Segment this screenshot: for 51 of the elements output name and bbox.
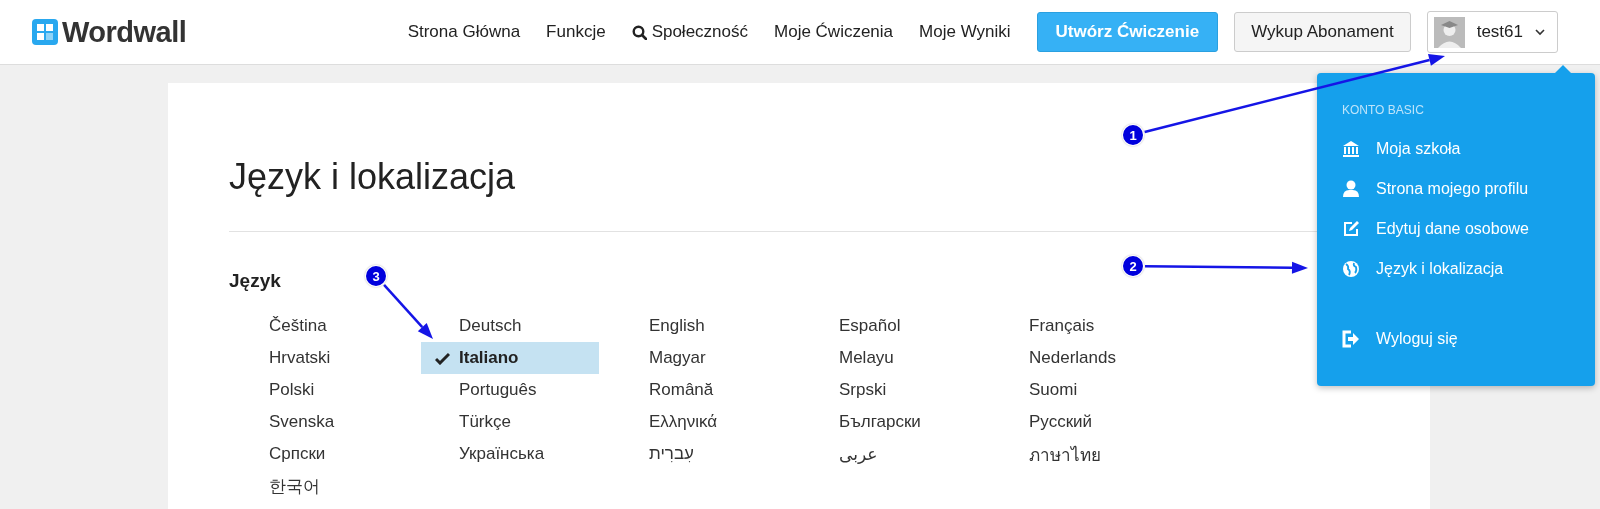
language-option[interactable]: Suomi: [991, 374, 1169, 406]
language-option[interactable]: ภาษาไทย: [991, 438, 1169, 470]
language-option[interactable]: Italiano: [421, 342, 599, 374]
language-option[interactable]: عربى: [801, 438, 979, 470]
logout-icon: [1342, 330, 1360, 348]
language-option[interactable]: Nederlands: [991, 342, 1169, 374]
language-option[interactable]: Magyar: [611, 342, 789, 374]
language-option[interactable]: Русский: [991, 406, 1169, 438]
chevron-down-icon: [1535, 28, 1545, 36]
subscribe-button[interactable]: Wykup Abonament: [1234, 12, 1411, 52]
language-option[interactable]: Español: [801, 310, 979, 342]
annotation-arrow: [383, 284, 433, 339]
person-icon: [1342, 180, 1360, 198]
nav-link[interactable]: Społeczność: [631, 22, 748, 42]
search-icon: [631, 24, 647, 40]
language-option[interactable]: Português: [421, 374, 599, 406]
step-marker: 1: [1123, 125, 1143, 145]
logo-text[interactable]: Wordwall: [62, 15, 187, 49]
language-option[interactable]: Français: [991, 310, 1169, 342]
nav-link[interactable]: Strona Główna: [407, 22, 521, 42]
nav-link[interactable]: Funkcje: [546, 22, 606, 42]
user-menu-button[interactable]: test61: [1426, 11, 1558, 53]
language-option[interactable]: 한국어: [231, 470, 409, 502]
section-heading: Język: [229, 269, 281, 293]
step-marker: 2: [1123, 256, 1143, 276]
language-option[interactable]: Српски: [231, 438, 409, 470]
language-option[interactable]: Українська: [421, 438, 599, 470]
language-option[interactable]: Hrvatski: [231, 342, 409, 374]
language-option[interactable]: Svenska: [231, 406, 409, 438]
language-option[interactable]: עִברִית: [611, 438, 789, 470]
language-option[interactable]: Ελληνικά: [611, 406, 789, 438]
logo-icon: [32, 19, 58, 45]
language-option[interactable]: Srpski: [801, 374, 979, 406]
step-marker: 3: [366, 266, 386, 286]
language-option[interactable]: Polski: [231, 374, 409, 406]
globe-icon: [1342, 260, 1360, 278]
language-option[interactable]: English: [611, 310, 789, 342]
language-option[interactable]: Čeština: [231, 310, 409, 342]
language-option[interactable]: Melayu: [801, 342, 979, 374]
bank-icon: [1342, 140, 1360, 158]
check-icon: [435, 351, 450, 365]
nav-link[interactable]: Moje Wyniki: [919, 22, 1011, 42]
edit-icon: [1342, 220, 1360, 238]
language-option[interactable]: Български: [801, 406, 979, 438]
avatar-icon: [1433, 16, 1465, 48]
language-option[interactable]: Română: [611, 374, 789, 406]
page-title: Język i lokalizacja: [229, 155, 517, 199]
language-option[interactable]: Deutsch: [421, 310, 599, 342]
nav-link[interactable]: Moje Ćwiczenia: [774, 22, 894, 42]
language-option[interactable]: Türkçe: [421, 406, 599, 438]
account-type-label: KONTO BASIC: [1342, 103, 1425, 117]
